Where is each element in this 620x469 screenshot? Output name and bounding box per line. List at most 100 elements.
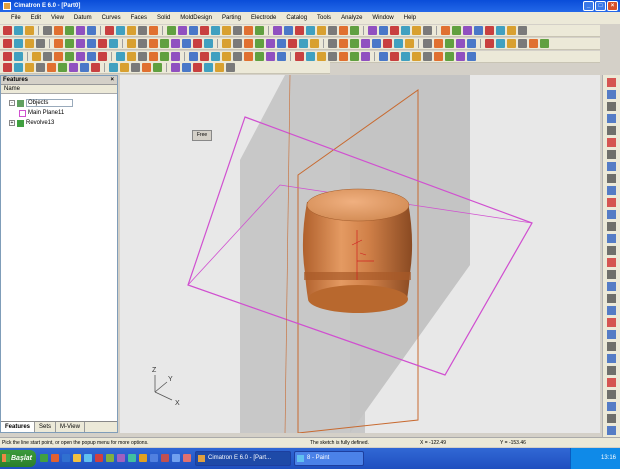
toolbar-tool-icon[interactable]	[222, 26, 231, 35]
menu-parting[interactable]: Parting	[217, 15, 246, 21]
quick-launch-icon[interactable]	[51, 454, 59, 462]
quick-launch-icon[interactable]	[128, 454, 136, 462]
sketch-tool-icon[interactable]	[607, 138, 616, 147]
toolbar-tool-icon[interactable]	[456, 39, 465, 48]
toolbar-tool-icon[interactable]	[423, 39, 432, 48]
toolbar-tool-icon[interactable]	[496, 39, 505, 48]
toolbar-tool-icon[interactable]	[138, 39, 147, 48]
toolbar-tool-icon[interactable]	[244, 39, 253, 48]
menu-catalog[interactable]: Catalog	[281, 15, 312, 21]
toolbar-tool-icon[interactable]	[412, 52, 421, 61]
toolbar-tool-icon[interactable]	[445, 52, 454, 61]
menu-datum[interactable]: Datum	[69, 15, 97, 21]
toolbar-tool-icon[interactable]	[149, 52, 158, 61]
sketch-tool-icon[interactable]	[607, 390, 616, 399]
toolbar-tool-icon[interactable]	[109, 63, 118, 72]
toolbar-tool-icon[interactable]	[204, 39, 213, 48]
toolbar-tool-icon[interactable]	[69, 63, 78, 72]
toolbar-tool-icon[interactable]	[215, 63, 224, 72]
toolbar-tool-icon[interactable]	[167, 26, 176, 35]
toolbar-tool-icon[interactable]	[306, 26, 315, 35]
toolbar-tool-icon[interactable]	[222, 39, 231, 48]
quick-launch-icon[interactable]	[183, 454, 191, 462]
toolbar-tool-icon[interactable]	[189, 52, 198, 61]
toolbar-tool-icon[interactable]	[328, 52, 337, 61]
toolbar-tool-icon[interactable]	[171, 39, 180, 48]
task-paint[interactable]: 8 - Paint	[294, 451, 364, 466]
toolbar-tool-icon[interactable]	[149, 26, 158, 35]
toolbar-tool-icon[interactable]	[485, 39, 494, 48]
quick-launch-icon[interactable]	[62, 454, 70, 462]
sketch-tool-icon[interactable]	[607, 258, 616, 267]
toolbar-tool-icon[interactable]	[14, 63, 23, 72]
toolbar-tool-icon[interactable]	[507, 39, 516, 48]
toolbar-tool-icon[interactable]	[76, 26, 85, 35]
clock[interactable]: 13:16	[601, 455, 616, 461]
toolbar-tool-icon[interactable]	[76, 52, 85, 61]
toolbar-tool-icon[interactable]	[474, 26, 483, 35]
toolbar-tool-icon[interactable]	[47, 63, 56, 72]
toolbar-tool-icon[interactable]	[87, 52, 96, 61]
toolbar-tool-icon[interactable]	[277, 52, 286, 61]
toolbar-tool-icon[interactable]	[138, 52, 147, 61]
close-button[interactable]: ×	[607, 1, 618, 11]
quick-launch-icon[interactable]	[106, 454, 114, 462]
sketch-tool-icon[interactable]	[607, 222, 616, 231]
toolbar-tool-icon[interactable]	[339, 39, 348, 48]
sketch-tool-icon[interactable]	[607, 102, 616, 111]
menu-analyze[interactable]: Analyze	[336, 15, 367, 21]
toolbar-tool-icon[interactable]	[310, 39, 319, 48]
sketch-tool-icon[interactable]	[607, 114, 616, 123]
toolbar-tool-icon[interactable]	[193, 63, 202, 72]
free-button[interactable]: Free	[192, 130, 212, 141]
sketch-tool-icon[interactable]	[607, 174, 616, 183]
toolbar-tool-icon[interactable]	[299, 39, 308, 48]
toolbar-tool-icon[interactable]	[467, 39, 476, 48]
sketch-tool-icon[interactable]	[607, 162, 616, 171]
quick-launch-icon[interactable]	[40, 454, 48, 462]
menu-faces[interactable]: Faces	[126, 15, 152, 21]
toolbar-tool-icon[interactable]	[160, 39, 169, 48]
toolbar-tool-icon[interactable]	[233, 39, 242, 48]
toolbar-tool-icon[interactable]	[14, 26, 23, 35]
toolbar-tool-icon[interactable]	[120, 63, 129, 72]
menu-solid[interactable]: Solid	[152, 15, 175, 21]
toolbar-tool-icon[interactable]	[76, 39, 85, 48]
sketch-tool-icon[interactable]	[607, 282, 616, 291]
toolbar-tool-icon[interactable]	[328, 26, 337, 35]
toolbar-tool-icon[interactable]	[87, 26, 96, 35]
toolbar-tool-icon[interactable]	[518, 39, 527, 48]
menu-file[interactable]: File	[6, 15, 26, 21]
toolbar-tool-icon[interactable]	[390, 26, 399, 35]
toolbar-tool-icon[interactable]	[153, 63, 162, 72]
toolbar-tool-icon[interactable]	[394, 39, 403, 48]
quick-launch-icon[interactable]	[172, 454, 180, 462]
toolbar-tool-icon[interactable]	[43, 26, 52, 35]
toolbar-tool-icon[interactable]	[456, 52, 465, 61]
toolbar-tool-icon[interactable]	[58, 63, 67, 72]
toolbar-tool-icon[interactable]	[54, 52, 63, 61]
sketch-tool-icon[interactable]	[607, 198, 616, 207]
sketch-tool-icon[interactable]	[607, 246, 616, 255]
toolbar-tool-icon[interactable]	[368, 26, 377, 35]
sketch-tool-icon[interactable]	[607, 426, 616, 435]
toolbar-tool-icon[interactable]	[412, 26, 421, 35]
toolbar-tool-icon[interactable]	[339, 52, 348, 61]
toolbar-tool-icon[interactable]	[379, 52, 388, 61]
toolbar-tool-icon[interactable]	[379, 26, 388, 35]
toolbar-tool-icon[interactable]	[350, 39, 359, 48]
toolbar-tool-icon[interactable]	[54, 39, 63, 48]
toolbar-tool-icon[interactable]	[284, 26, 293, 35]
toolbar-tool-icon[interactable]	[266, 39, 275, 48]
toolbar-tool-icon[interactable]	[3, 63, 12, 72]
toolbar-tool-icon[interactable]	[295, 26, 304, 35]
graphics-viewport[interactable]: Z Y X Free	[120, 75, 600, 433]
toolbar-tool-icon[interactable]	[288, 39, 297, 48]
menu-edit[interactable]: Edit	[26, 15, 46, 21]
toolbar-tool-icon[interactable]	[372, 39, 381, 48]
toolbar-tool-icon[interactable]	[295, 52, 304, 61]
toolbar-tool-icon[interactable]	[383, 39, 392, 48]
toolbar-tool-icon[interactable]	[244, 52, 253, 61]
toolbar-tool-icon[interactable]	[233, 52, 242, 61]
toolbar-tool-icon[interactable]	[434, 52, 443, 61]
